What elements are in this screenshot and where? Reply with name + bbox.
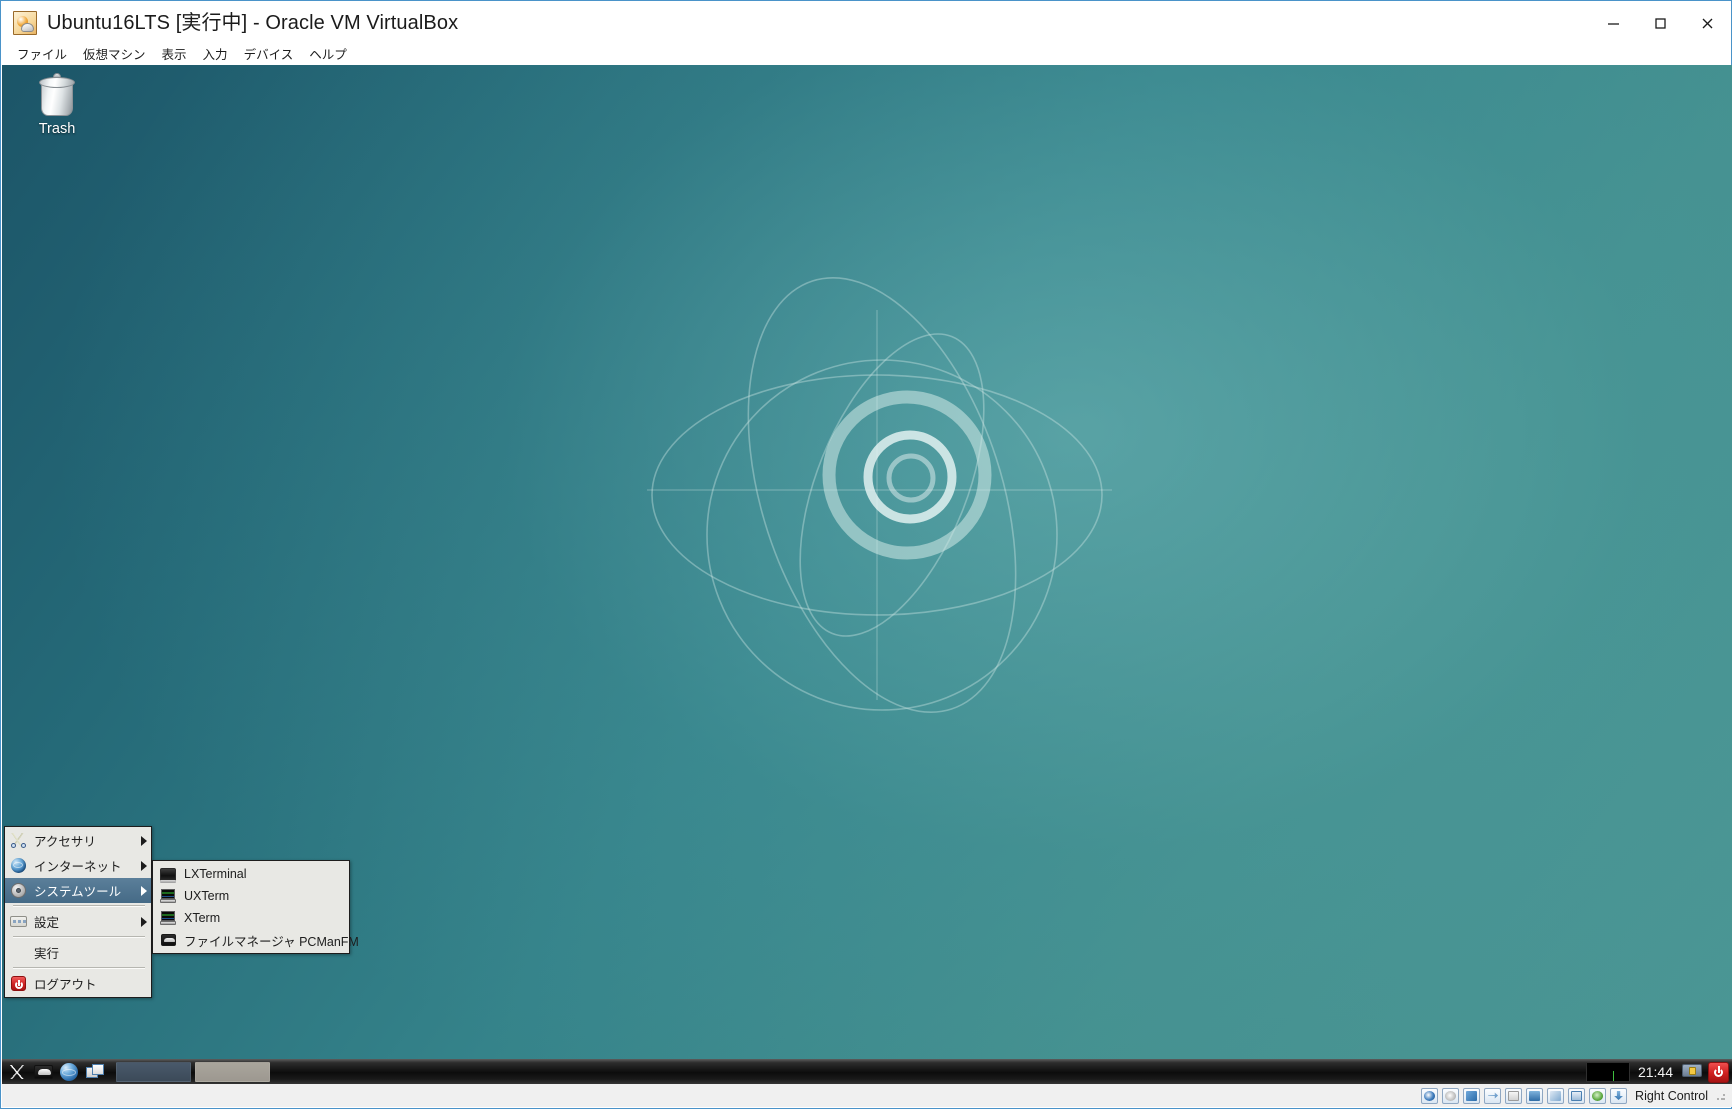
start-menu[interactable]: アクセサリ インターネット システムツール 設定 bbox=[4, 826, 152, 998]
cpu-icon[interactable] bbox=[1568, 1088, 1585, 1104]
menubar-item-machine[interactable]: 仮想マシン bbox=[75, 45, 154, 65]
submenu-arrow-icon bbox=[141, 836, 147, 846]
menu-item-label: 実行 bbox=[34, 943, 147, 962]
menu-item-run[interactable]: 実行 bbox=[5, 940, 151, 965]
window-title: Ubuntu16LTS [実行中] - Oracle VM VirtualBox bbox=[47, 11, 458, 35]
hard-disk-icon[interactable] bbox=[1421, 1088, 1438, 1104]
terminal-icon bbox=[160, 866, 177, 883]
launcher-file-manager[interactable] bbox=[30, 1059, 56, 1085]
xterm-icon bbox=[160, 910, 177, 927]
network-icon[interactable] bbox=[1463, 1088, 1480, 1104]
usb-icon[interactable] bbox=[1484, 1088, 1501, 1104]
menu-separator bbox=[13, 936, 145, 938]
submenu-item-label: LXTerminal bbox=[184, 867, 343, 881]
submenu-item-uxterm[interactable]: UXTerm bbox=[153, 885, 349, 907]
desktop-icon-label: Trash bbox=[16, 121, 98, 137]
minimize-button[interactable] bbox=[1590, 1, 1637, 45]
submenu-arrow-icon bbox=[141, 886, 147, 896]
host-key-icon[interactable] bbox=[1610, 1088, 1627, 1104]
screenshot-root: Ubuntu16LTS [実行中] - Oracle VM VirtualBox… bbox=[0, 0, 1732, 1109]
application-menubar: ファイル 仮想マシン 表示 入力 デバイス ヘルプ bbox=[1, 45, 1731, 65]
launcher-web-browser[interactable] bbox=[56, 1059, 82, 1085]
shared-folders-icon[interactable] bbox=[1505, 1088, 1522, 1104]
sliders-icon bbox=[10, 913, 27, 930]
submenu-item-xterm[interactable]: XTerm bbox=[153, 907, 349, 929]
optical-drive-icon[interactable] bbox=[1442, 1088, 1459, 1104]
submenu-item-label: UXTerm bbox=[184, 889, 343, 903]
web-browser-icon bbox=[60, 1063, 78, 1081]
menu-item-label: 設定 bbox=[34, 912, 135, 931]
menu-item-label: システムツール bbox=[34, 881, 135, 900]
globe-icon bbox=[10, 857, 27, 874]
desktop-icon-trash[interactable]: Trash bbox=[16, 73, 98, 137]
lxde-taskbar: 21:44 bbox=[2, 1059, 1732, 1085]
maximize-button[interactable] bbox=[1637, 1, 1684, 45]
menu-item-accessories[interactable]: アクセサリ bbox=[5, 828, 151, 853]
window-controls bbox=[1590, 1, 1731, 45]
submenu-item-label: XTerm bbox=[184, 911, 343, 925]
shutdown-icon[interactable] bbox=[1708, 1062, 1729, 1083]
taskbar-spacer bbox=[270, 1059, 1586, 1085]
display-icon[interactable] bbox=[1526, 1088, 1543, 1104]
lxde-menu-button[interactable] bbox=[4, 1059, 30, 1085]
show-desktop-icon bbox=[86, 1064, 105, 1080]
power-icon bbox=[10, 975, 27, 992]
launcher-show-desktop[interactable] bbox=[82, 1059, 108, 1085]
system-tools-submenu[interactable]: LXTerminal UXTerm XTerm ファイルマネージャ PCManF… bbox=[152, 860, 350, 954]
menubar-item-help[interactable]: ヘルプ bbox=[301, 45, 355, 65]
video-capture-icon[interactable] bbox=[1589, 1088, 1606, 1104]
window-titlebar: Ubuntu16LTS [実行中] - Oracle VM VirtualBox bbox=[1, 1, 1731, 45]
file-manager-icon bbox=[160, 932, 177, 949]
host-key-label: Right Control bbox=[1635, 1088, 1708, 1104]
system-tray: 21:44 bbox=[1586, 1059, 1732, 1085]
taskbar-launchers bbox=[2, 1059, 108, 1085]
menu-item-logout[interactable]: ログアウト bbox=[5, 971, 151, 996]
close-button[interactable] bbox=[1684, 1, 1731, 45]
taskbar-task-button[interactable] bbox=[116, 1062, 191, 1082]
submenu-arrow-icon bbox=[141, 861, 147, 871]
file-manager-icon bbox=[34, 1065, 53, 1079]
menu-item-preferences[interactable]: 設定 bbox=[5, 909, 151, 934]
submenu-item-label: ファイルマネージャ PCManFM bbox=[184, 931, 359, 950]
submenu-arrow-icon bbox=[141, 917, 147, 927]
remote-display-icon[interactable] bbox=[1547, 1088, 1564, 1104]
virtualbox-status-bar: Right Control bbox=[2, 1084, 1732, 1107]
menubar-item-file[interactable]: ファイル bbox=[9, 45, 75, 65]
clock[interactable]: 21:44 bbox=[1635, 1062, 1676, 1082]
menubar-item-input[interactable]: 入力 bbox=[195, 45, 236, 65]
menu-item-label: アクセサリ bbox=[34, 831, 135, 850]
menu-item-system-tools[interactable]: システムツール bbox=[5, 878, 151, 903]
lxde-menu-icon bbox=[7, 1065, 27, 1079]
menu-item-label: インターネット bbox=[34, 856, 135, 875]
guest-screen[interactable]: Trash アクセサリ インターネット システムツール bbox=[2, 65, 1732, 1085]
taskbar-task-button[interactable] bbox=[195, 1062, 270, 1082]
submenu-item-pcmanfm[interactable]: ファイルマネージャ PCManFM bbox=[153, 929, 349, 951]
menu-item-label: ログアウト bbox=[34, 974, 147, 993]
menu-separator bbox=[13, 967, 145, 969]
scissors-icon bbox=[10, 832, 27, 849]
menu-separator bbox=[13, 905, 145, 907]
menu-item-internet[interactable]: インターネット bbox=[5, 853, 151, 878]
taskbar-task-list bbox=[108, 1059, 270, 1085]
xterm-icon bbox=[160, 888, 177, 905]
resize-grip-icon[interactable] bbox=[1716, 1091, 1726, 1101]
menubar-item-devices[interactable]: デバイス bbox=[236, 45, 302, 65]
lock-screen-icon[interactable] bbox=[1681, 1063, 1703, 1082]
gear-icon bbox=[10, 882, 27, 899]
virtualbox-vm-icon bbox=[13, 11, 37, 35]
cpu-monitor-graph[interactable] bbox=[1586, 1062, 1630, 1082]
menubar-item-view[interactable]: 表示 bbox=[154, 45, 195, 65]
virtualbox-window: Ubuntu16LTS [実行中] - Oracle VM VirtualBox… bbox=[0, 0, 1732, 1109]
trash-icon bbox=[38, 73, 76, 117]
submenu-item-lxterminal[interactable]: LXTerminal bbox=[153, 863, 349, 885]
